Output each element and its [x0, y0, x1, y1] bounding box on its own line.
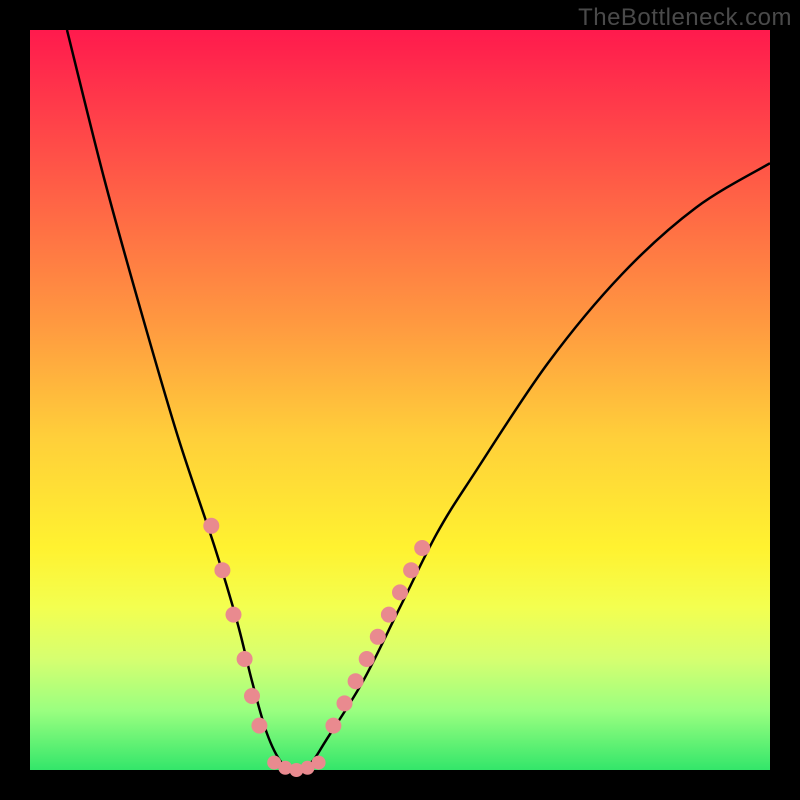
marker-dot [312, 756, 326, 770]
marker-dot [244, 688, 260, 704]
watermark-text: TheBottleneck.com [578, 4, 792, 32]
marker-cluster-floor [267, 756, 325, 777]
marker-dot [359, 651, 375, 667]
marker-dot [414, 540, 430, 556]
marker-cluster-left [203, 518, 267, 734]
marker-dot [392, 584, 408, 600]
marker-dot [226, 607, 242, 623]
marker-dot [348, 673, 364, 689]
marker-dot [325, 718, 341, 734]
bottleneck-curve [67, 30, 770, 770]
marker-dot [251, 718, 267, 734]
marker-dot [403, 562, 419, 578]
marker-dot [370, 629, 386, 645]
marker-cluster-right [325, 540, 430, 734]
chart-svg [30, 30, 770, 770]
marker-dot [237, 651, 253, 667]
marker-dot [337, 695, 353, 711]
chart-frame: TheBottleneck.com [0, 0, 800, 800]
marker-dot [203, 518, 219, 534]
marker-dot [381, 607, 397, 623]
marker-dot [214, 562, 230, 578]
